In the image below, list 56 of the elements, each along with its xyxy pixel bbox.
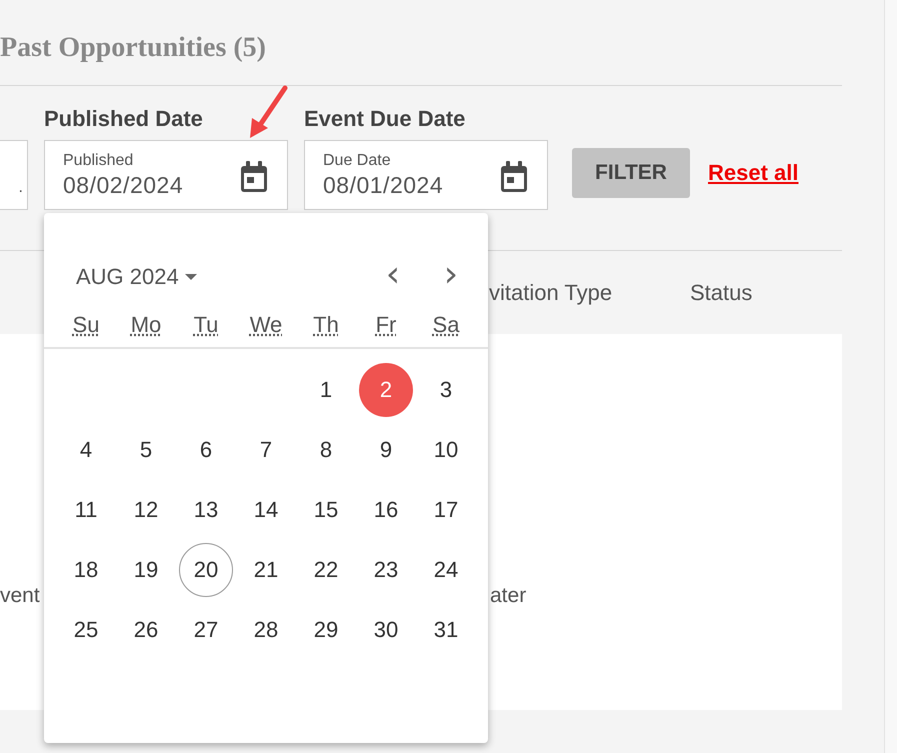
date-field[interactable]: Due Date 08/01/2024 — [304, 140, 548, 210]
day-button[interactable]: 9 — [359, 423, 413, 477]
day-button[interactable]: 17 — [419, 483, 473, 537]
day-button[interactable]: 7 — [239, 423, 293, 477]
previous-month-button[interactable]: ‹ — [373, 257, 413, 297]
day-button[interactable]: 16 — [359, 483, 413, 537]
day-button[interactable]: 23 — [359, 543, 413, 597]
weekday-label: Sa — [432, 312, 460, 338]
day-button[interactable]: 28 — [239, 603, 293, 657]
day-button[interactable]: 1 — [299, 363, 353, 417]
next-month-button[interactable]: › — [431, 257, 471, 297]
weekday-label: We — [250, 312, 282, 338]
filter-button[interactable]: FILTER — [572, 148, 690, 198]
empty-message: ater — [490, 584, 526, 608]
day-button[interactable]: 26 — [119, 603, 173, 657]
day-button[interactable]: 21 — [239, 543, 293, 597]
day-button[interactable]: 5 — [119, 423, 173, 477]
calendar-icon[interactable] — [239, 160, 269, 194]
weekday-label: Fr — [376, 312, 396, 338]
filter-label: Event Due Date — [304, 106, 466, 132]
day-button[interactable]: 8 — [299, 423, 353, 477]
reset-all-link[interactable]: Reset all — [708, 160, 798, 186]
day-button[interactable]: 12 — [119, 483, 173, 537]
weekday-label: Tu — [194, 312, 218, 338]
day-button[interactable]: 18 — [59, 543, 113, 597]
date-field[interactable]: . — [0, 140, 28, 210]
day-button[interactable]: 13 — [179, 483, 233, 537]
column-header: vitation Type — [489, 280, 612, 306]
day-button[interactable]: 25 — [59, 603, 113, 657]
day-button[interactable]: 29 — [299, 603, 353, 657]
day-button[interactable]: 20 — [179, 543, 233, 597]
day-button[interactable]: 24 — [419, 543, 473, 597]
weekday-label: Th — [313, 312, 339, 338]
day-button[interactable]: 11 — [59, 483, 113, 537]
weekday-label: Su — [72, 312, 100, 338]
weekday-label: Mo — [130, 312, 162, 338]
day-button[interactable]: 19 — [119, 543, 173, 597]
calendar-icon[interactable] — [499, 160, 529, 194]
day-button[interactable]: 6 — [179, 423, 233, 477]
day-button[interactable]: 3 — [419, 363, 473, 417]
page-heading: Past Opportunities (5) — [0, 31, 267, 65]
column-header: Status — [690, 280, 752, 306]
filter-label: Published Date — [44, 106, 204, 132]
empty-message: vent — [0, 584, 40, 608]
day-button[interactable]: 30 — [359, 603, 413, 657]
annotation-arrow — [250, 86, 288, 138]
day-button[interactable]: 10 — [419, 423, 473, 477]
day-button[interactable]: 22 — [299, 543, 353, 597]
day-button[interactable]: 15 — [299, 483, 353, 537]
day-button[interactable]: 14 — [239, 483, 293, 537]
day-button[interactable]: 31 — [419, 603, 473, 657]
caret-icon — [184, 274, 197, 280]
date-field[interactable]: Published 08/02/2024 — [44, 140, 288, 210]
day-button[interactable]: 27 — [179, 603, 233, 657]
day-button[interactable]: 4 — [59, 423, 113, 477]
month-selector[interactable]: AUG 2024 — [76, 264, 197, 290]
